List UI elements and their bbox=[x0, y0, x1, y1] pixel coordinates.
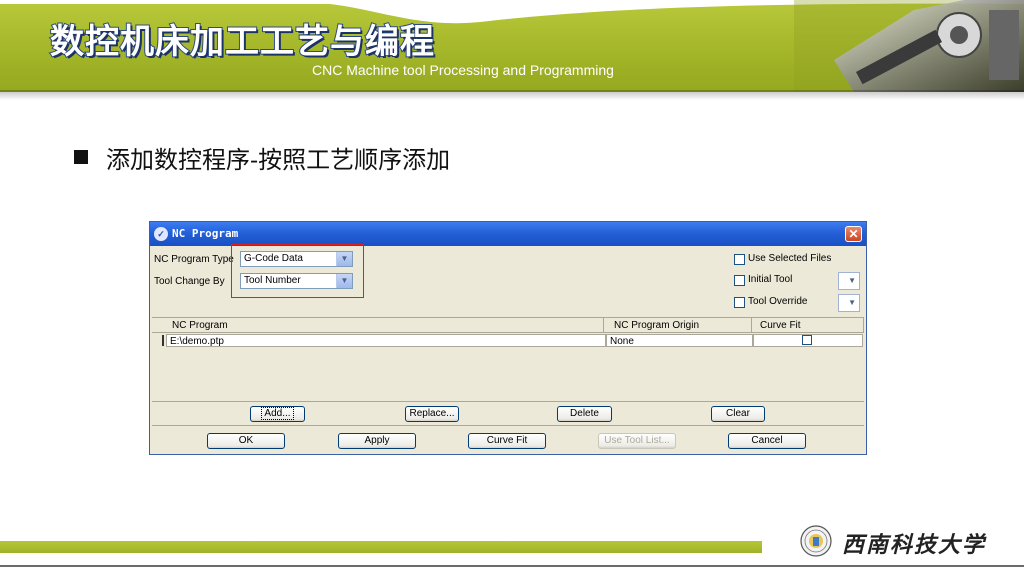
slide-header: 数控机床加工工艺与编程 CNC Machine tool Processing … bbox=[0, 0, 1024, 92]
cnc-machine-illustration bbox=[794, 0, 1024, 92]
course-title-en: CNC Machine tool Processing and Programm… bbox=[312, 62, 614, 78]
nc-program-table: NC Program NC Program Origin Curve Fit E… bbox=[152, 317, 864, 402]
use-tool-list-button[interactable]: Use Tool List... bbox=[598, 433, 676, 449]
column-header-nc-program[interactable]: NC Program bbox=[152, 318, 604, 333]
slide-heading: 添加数控程序-按照工艺顺序添加 bbox=[106, 146, 451, 174]
ok-button-label: OK bbox=[238, 435, 254, 446]
tool-change-by-label: Tool Change By bbox=[154, 276, 225, 287]
university-seal-icon bbox=[800, 525, 832, 557]
column-header-origin[interactable]: NC Program Origin bbox=[604, 318, 752, 333]
dialog-titlebar[interactable]: ✓ NC Program ✕ bbox=[150, 222, 866, 246]
bullet-square-icon bbox=[74, 150, 88, 164]
column-header-curve-fit[interactable]: Curve Fit bbox=[752, 318, 864, 333]
nc-program-type-label: NC Program Type bbox=[154, 254, 234, 265]
use-selected-files-label: Use Selected Files bbox=[748, 253, 832, 264]
cancel-button[interactable]: Cancel bbox=[728, 433, 806, 449]
ok-button[interactable]: OK bbox=[207, 433, 285, 449]
table-divider bbox=[152, 401, 864, 402]
replace-button-label: Replace... bbox=[409, 408, 455, 419]
tool-override-label: Tool Override bbox=[748, 296, 808, 307]
initial-tool-checkbox[interactable] bbox=[734, 275, 745, 286]
close-icon: ✕ bbox=[848, 227, 859, 241]
use-tool-list-button-label: Use Tool List... bbox=[604, 435, 670, 446]
row-curve-fit-cell bbox=[753, 334, 863, 347]
clear-button[interactable]: Clear bbox=[711, 406, 765, 422]
cancel-button-label: Cancel bbox=[751, 435, 783, 446]
delete-button-label: Delete bbox=[570, 408, 599, 419]
footer-green-bar bbox=[0, 541, 762, 553]
curve-fit-button[interactable]: Curve Fit bbox=[468, 433, 546, 449]
curve-fit-checkbox[interactable] bbox=[802, 335, 812, 345]
initial-tool-dropdown[interactable]: ▼ bbox=[838, 272, 860, 290]
apply-button-label: Apply bbox=[364, 435, 390, 446]
tool-override-dropdown[interactable]: ▼ bbox=[838, 294, 860, 312]
replace-button[interactable]: Replace... bbox=[405, 406, 459, 422]
initial-tool-label: Initial Tool bbox=[748, 274, 793, 285]
tool-override-checkbox[interactable] bbox=[734, 297, 745, 308]
close-button[interactable]: ✕ bbox=[845, 226, 862, 242]
dialog-title: NC Program bbox=[172, 227, 239, 240]
university-name: 西南科技大学 bbox=[842, 532, 987, 558]
curve-fit-button-label: Curve Fit bbox=[486, 435, 528, 446]
add-button-label: Add... bbox=[261, 407, 294, 420]
chevron-down-icon: ▼ bbox=[848, 276, 856, 285]
row-nc-program[interactable]: E:\demo.ptp bbox=[166, 334, 606, 347]
header-shadow bbox=[0, 90, 1024, 100]
use-selected-files-checkbox[interactable] bbox=[734, 254, 745, 265]
add-button[interactable]: Add... bbox=[250, 406, 305, 422]
delete-button[interactable]: Delete bbox=[557, 406, 612, 422]
highlight-box bbox=[231, 244, 364, 298]
clear-button-label: Clear bbox=[726, 408, 750, 419]
nc-program-dialog: ✓ NC Program ✕ NC Program Type G-Code Da… bbox=[149, 221, 867, 455]
course-title-zh: 数控机床加工工艺与编程 bbox=[49, 21, 435, 63]
row-origin[interactable]: None bbox=[606, 334, 753, 347]
app-icon: ✓ bbox=[154, 227, 168, 241]
footer-line bbox=[0, 565, 1024, 567]
chevron-down-icon: ▼ bbox=[848, 298, 856, 307]
apply-button[interactable]: Apply bbox=[338, 433, 416, 449]
button-row-divider bbox=[152, 425, 864, 426]
